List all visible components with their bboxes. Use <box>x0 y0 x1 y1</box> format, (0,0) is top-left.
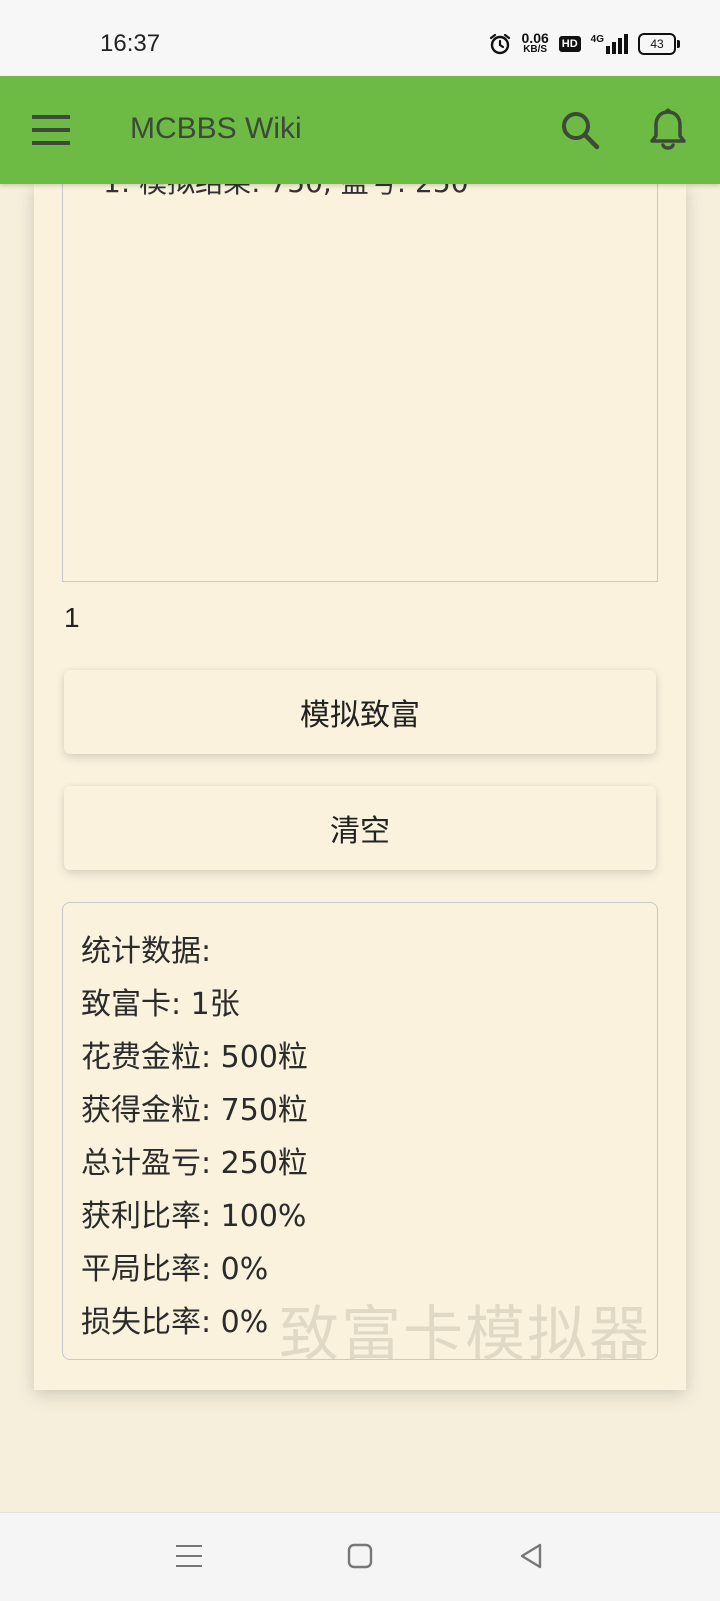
signal-icon <box>606 34 628 54</box>
status-time: 16:37 <box>100 30 161 57</box>
system-navigation-bar <box>0 1512 720 1601</box>
statistics-box: 统计数据: 致富卡: 1张 花费金粒: 500粒 获得金粒: 750粒 总计盈亏… <box>62 902 658 1360</box>
simulation-log-box[interactable]: 1: 模拟结果: 750, 盈亏: 250 <box>62 174 658 582</box>
hamburger-menu-icon[interactable] <box>32 113 70 147</box>
stats-cards: 致富卡: 1张 <box>81 987 240 1022</box>
signal-type-label: 4G <box>590 34 604 45</box>
stats-draw-rate: 平局比率: 0% <box>81 1252 269 1287</box>
back-icon[interactable] <box>516 1541 546 1571</box>
stats-loss-rate: 损失比率: 0% <box>81 1305 269 1340</box>
stats-profit-rate: 获利比率: 100% <box>81 1199 307 1234</box>
status-icons: 0.06 KB/S HD 4G 43 <box>488 30 680 56</box>
clear-button[interactable]: 清空 <box>64 786 656 870</box>
simulate-button[interactable]: 模拟致富 <box>64 670 656 754</box>
signal-indicator: 4G <box>591 34 628 54</box>
app-title: MCBBS Wiki <box>130 112 302 145</box>
battery-level: 43 <box>650 37 664 51</box>
network-speed-unit: KB/S <box>523 44 548 55</box>
recent-apps-icon[interactable] <box>174 1541 204 1571</box>
simulator-card: 1: 模拟结果: 750, 盈亏: 250 1 模拟致富 清空 统计数据: 致富… <box>34 174 686 1390</box>
stats-gained: 获得金粒: 750粒 <box>81 1093 308 1128</box>
stats-heading: 统计数据: <box>81 934 212 969</box>
status-bar: 16:37 0.06 KB/S HD 4G 43 <box>0 0 720 76</box>
alarm-icon <box>489 33 510 55</box>
hd-badge: HD <box>558 36 581 52</box>
statistics-list: 统计数据: 致富卡: 1张 花费金粒: 500粒 获得金粒: 750粒 总计盈亏… <box>81 925 308 1349</box>
notification-bell-icon[interactable] <box>648 108 688 152</box>
network-speed-value: 0.06 <box>521 30 549 46</box>
app-bar: MCBBS Wiki <box>0 76 720 184</box>
watermark-text: 致富卡模拟器 <box>279 1300 651 1360</box>
simulation-count: 1 <box>64 602 80 633</box>
stats-spent: 花费金粒: 500粒 <box>81 1040 308 1075</box>
search-icon[interactable] <box>560 110 600 150</box>
home-icon[interactable] <box>345 1541 375 1571</box>
battery-icon: 43 <box>638 33 680 55</box>
stats-total: 总计盈亏: 250粒 <box>81 1146 308 1181</box>
network-speed: 0.06 KB/S <box>521 30 549 55</box>
